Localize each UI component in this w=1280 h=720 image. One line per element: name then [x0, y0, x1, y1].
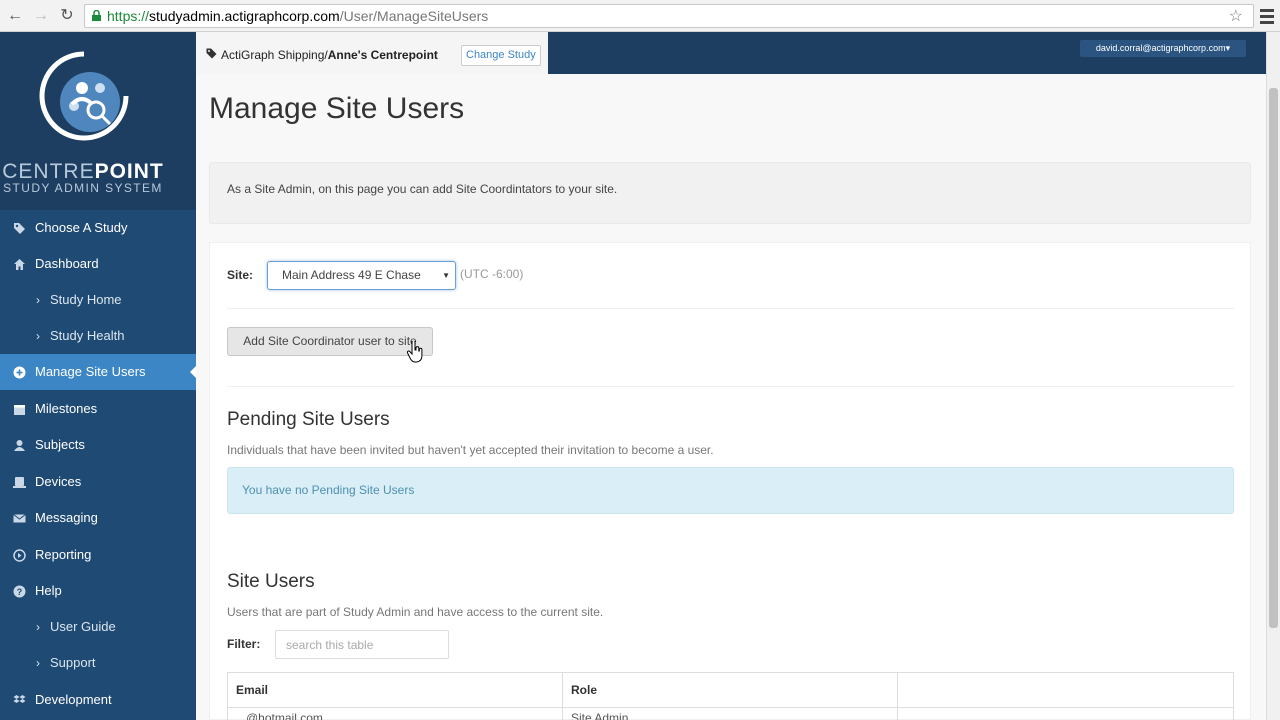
cell-role: Site Admin: [562, 707, 898, 720]
sidebar-item-choose-a-study[interactable]: Choose A Study: [0, 210, 196, 246]
forward-arrow-icon[interactable]: →: [31, 6, 51, 26]
chevron-right-icon: ›: [36, 293, 40, 307]
pending-users-title: Pending Site Users: [227, 409, 390, 430]
change-study-button[interactable]: Change Study: [461, 45, 541, 66]
sidebar-item-study-health[interactable]: › Study Health: [0, 318, 196, 354]
back-arrow-icon[interactable]: ←: [5, 6, 25, 26]
sidebar-item-label: Subjects: [35, 437, 85, 452]
site-users-panel: Site: Main Address 49 E Chase ▼ (UTC -6:…: [209, 242, 1251, 720]
bookmark-star-icon[interactable]: ☆: [1229, 6, 1243, 28]
centrepoint-logo-icon: [39, 51, 129, 141]
sidebar-item-devices[interactable]: Devices: [0, 464, 196, 500]
sidebar-item-subjects[interactable]: Subjects: [0, 427, 196, 463]
brand-subtitle: STUDY ADMIN SYSTEM: [3, 181, 163, 195]
site-users-table: Email Role ...@hotmail.com Site Admin: [227, 672, 1234, 720]
main-content: Manage Site Users As a Site Admin, on th…: [196, 74, 1266, 720]
svg-text:?: ?: [17, 587, 23, 597]
column-header-role[interactable]: Role: [562, 672, 898, 708]
sidebar-item-study-home[interactable]: › Study Home: [0, 282, 196, 318]
table-row[interactable]: ...@hotmail.com Site Admin: [227, 707, 1234, 720]
divider: [227, 386, 1234, 387]
sidebar-item-label: Study Home: [50, 292, 122, 307]
chevron-right-icon: ›: [36, 329, 40, 343]
column-header-actions: [897, 672, 1234, 708]
sidebar-item-manage-site-users[interactable]: Manage Site Users: [0, 354, 196, 390]
sidebar-item-label: Development: [35, 692, 112, 707]
address-bar[interactable]: https://studyadmin.actigraphcorp.com/Use…: [84, 4, 1254, 28]
sidebar-item-label: Support: [50, 655, 96, 670]
filter-input[interactable]: [275, 630, 449, 659]
page-title: Manage Site Users: [209, 92, 465, 125]
pending-users-description: Individuals that have been invited but h…: [227, 443, 714, 457]
url-scheme: https://: [107, 8, 150, 24]
add-site-coordinator-button[interactable]: Add Site Coordinator user to site: [227, 327, 433, 356]
caret-down-icon: ▼: [442, 271, 450, 280]
pending-users-empty-alert: You have no Pending Site Users: [227, 467, 1234, 514]
sidebar-item-label: Messaging: [35, 510, 98, 525]
cell-email: ...@hotmail.com: [227, 707, 563, 720]
chevron-right-icon: ›: [36, 620, 40, 634]
user-icon: [14, 440, 25, 451]
dropbox-icon: [13, 695, 26, 703]
cell-actions: [897, 707, 1234, 720]
envelope-icon: [13, 514, 26, 523]
scrollbar-thumb[interactable]: [1269, 88, 1278, 628]
sidebar-item-label: Study Health: [50, 328, 125, 343]
logo[interactable]: CENTREPOINT STUDY ADMIN SYSTEM: [0, 32, 196, 210]
hand-cursor-icon: [407, 341, 423, 363]
divider: [227, 308, 1234, 309]
current-study-tab: ActiGraph Shipping/Anne's Centrepoint Ch…: [196, 32, 548, 74]
home-icon: [14, 259, 25, 270]
sidebar-item-label: Milestones: [35, 401, 98, 416]
sidebar-item-help[interactable]: ? Help: [0, 573, 196, 609]
site-users-description: Users that are part of Study Admin and h…: [227, 605, 604, 619]
url-path: /User/ManageSiteUsers: [339, 8, 489, 24]
browser-menu-icon[interactable]: [1260, 6, 1274, 26]
sidebar-item-label: Help: [35, 583, 62, 598]
site-users-title: Site Users: [227, 571, 315, 592]
user-email: david.corral@actigraphcorp.com: [1095, 43, 1226, 53]
tag-icon: [206, 48, 217, 59]
sidebar: CENTREPOINT STUDY ADMIN SYSTEM Choose A …: [0, 32, 196, 720]
calendar-icon: [14, 405, 25, 415]
site-select[interactable]: Main Address 49 E Chase ▼: [267, 261, 456, 290]
sidebar-item-label: Devices: [35, 474, 82, 489]
reporting-icon: [13, 549, 26, 562]
sidebar-item-messaging[interactable]: Messaging: [0, 500, 196, 536]
sidebar-item-development[interactable]: Development: [0, 682, 196, 718]
sidebar-item-support[interactable]: › Support: [0, 645, 196, 681]
caret-down-icon: ▾: [1225, 43, 1231, 53]
sidebar-item-label: Manage Site Users: [35, 364, 146, 379]
lock-icon: [92, 10, 101, 21]
sidebar-item-user-guide[interactable]: › User Guide: [0, 609, 196, 645]
info-well: As a Site Admin, on this page you can ad…: [209, 162, 1251, 224]
filter-label: Filter:: [227, 637, 261, 651]
page-scrollbar[interactable]: [1266, 32, 1280, 720]
table-header-row: Email Role: [227, 672, 1234, 708]
top-navbar: ActiGraph Shipping/Anne's Centrepoint Ch…: [196, 32, 1266, 74]
study-breadcrumb: ActiGraph Shipping/Anne's Centrepoint: [221, 48, 438, 62]
url-host: studyadmin.actigraphcorp.com: [149, 8, 340, 24]
sidebar-item-reporting[interactable]: Reporting: [0, 537, 196, 573]
site-select-value: Main Address 49 E Chase: [282, 268, 421, 282]
reload-icon[interactable]: ↻: [57, 6, 77, 26]
sidebar-item-milestones[interactable]: Milestones: [0, 391, 196, 427]
timezone-label: (UTC -6:00): [460, 267, 524, 281]
sidebar-item-label: Choose A Study: [35, 220, 128, 235]
site-label: Site:: [227, 268, 254, 282]
sidebar-item-dashboard[interactable]: Dashboard: [0, 246, 196, 282]
sidebar-item-label: Reporting: [35, 547, 92, 562]
info-text: As a Site Admin, on this page you can ad…: [227, 182, 618, 196]
sidebar-item-label: User Guide: [50, 619, 116, 634]
browser-toolbar: ← → ↻ https://studyadmin.actigraphcorp.c…: [0, 0, 1280, 32]
user-menu-dropdown[interactable]: david.corral@actigraphcorp.com▾: [1080, 40, 1246, 57]
chevron-right-icon: ›: [36, 656, 40, 670]
device-icon: [13, 477, 26, 488]
plus-circle-icon: [13, 366, 26, 379]
tags-icon: [14, 223, 25, 234]
sidebar-item-label: Dashboard: [35, 256, 99, 271]
column-header-email[interactable]: Email: [227, 672, 563, 708]
question-circle-icon: ?: [13, 585, 26, 598]
